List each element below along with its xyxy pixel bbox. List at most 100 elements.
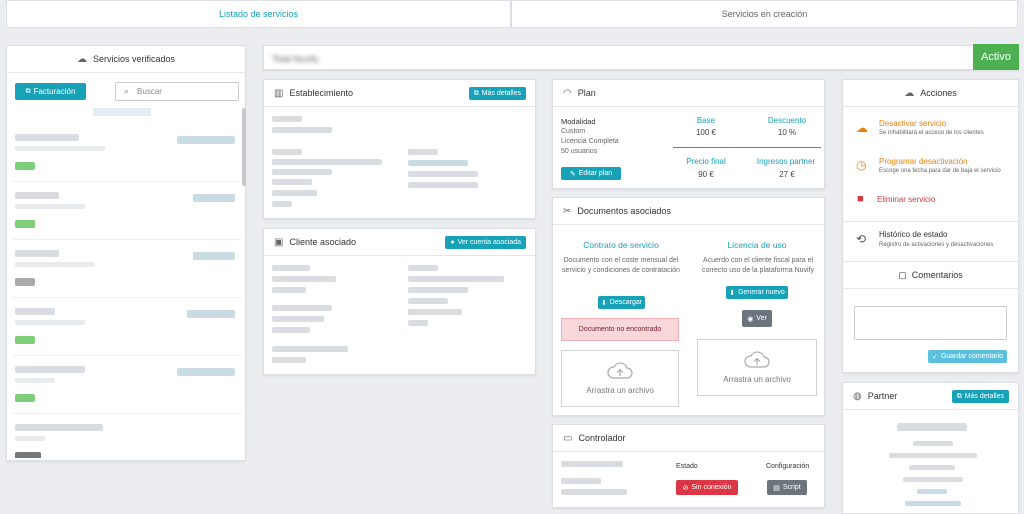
partner-details-label: Más detalles	[964, 393, 1004, 400]
script-button[interactable]: ▤ Script	[767, 480, 807, 495]
globe-icon: ◍	[853, 390, 862, 402]
contract-dropzone[interactable]: Arrastra un archivo	[561, 350, 679, 407]
client-card: ▣ Cliente asociado ● Ver cuenta asociada	[263, 228, 536, 375]
edit-plan-button[interactable]: ✎ Editar plan	[561, 167, 621, 180]
contract-dropzone-label: Arrastra un archivo	[586, 386, 654, 395]
comment-textarea[interactable]	[854, 306, 1007, 340]
discount-label: Descuento	[767, 116, 807, 125]
schedule-desc: Escoge una fecha para dar de baja el ser…	[879, 168, 1001, 174]
modality-line-1: Custom	[561, 128, 586, 135]
license-description: Acuerdo con el cliente fiscal para el co…	[701, 257, 815, 274]
generate-label: Generar nuevo	[738, 289, 785, 296]
cloud-icon: ☁	[76, 53, 87, 65]
save-comment-label: Guardar comentario	[940, 353, 1004, 360]
license-dropzone-label: Arrastra un archivo	[723, 375, 791, 384]
status-badge-label: Activo	[981, 51, 1011, 63]
script-label: Script	[782, 484, 801, 491]
license-dropzone[interactable]: Arrastra un archivo	[697, 339, 817, 396]
billing-button-label: Facturación	[33, 87, 76, 96]
history-icon: ⟲	[856, 232, 867, 246]
discount-value: 10 %	[777, 128, 797, 137]
documents-card: ✂ Documentos asociados Contrato de servi…	[552, 197, 825, 416]
controller-card: ▭ Controlador Estado ⊘ Sin conexión Conf…	[552, 424, 825, 508]
list-header-bar	[93, 108, 151, 116]
list-item[interactable]	[13, 182, 241, 240]
save-comment-button[interactable]: ✓ Guardar comentario	[928, 350, 1007, 363]
cloud-off-icon: ☁	[856, 121, 868, 135]
list-item[interactable]	[13, 240, 241, 298]
verified-services-header: ☁ Servicios verificados	[7, 46, 245, 73]
schedule-deactivation-action[interactable]: ◷ Programar desactivación Escoge una fec…	[843, 146, 1018, 180]
view-license-button[interactable]: ◉ Ver	[742, 310, 772, 327]
clock-icon: ◷	[856, 158, 867, 172]
cloud-upload-icon	[607, 362, 633, 379]
search-input[interactable]: ⌕ Buscar	[115, 82, 239, 101]
connection-status-button[interactable]: ⊘ Sin conexión	[676, 480, 738, 495]
state-history-action[interactable]: ⟲ Histórico de estado Registro de activa…	[843, 221, 1018, 259]
user-icon: ●	[450, 239, 455, 246]
tab-list[interactable]: Listado de servicios	[6, 0, 511, 28]
eye-slash-icon: ⊘	[682, 484, 689, 492]
external-link-icon: ⧉	[25, 87, 31, 95]
tab-creating-label: Servicios en creación	[721, 9, 808, 19]
view-label: Ver	[756, 315, 767, 322]
delete-service-action[interactable]: ■ Eliminar servicio	[843, 186, 1018, 210]
base-value: 100 €	[695, 128, 717, 137]
contract-description: Documento con el coste mensual del servi…	[562, 257, 680, 274]
schedule-label: Programar desactivación	[879, 157, 968, 166]
view-account-button[interactable]: ● Ver cuenta asociada	[445, 236, 526, 249]
partner-details-button[interactable]: ⧉ Más detalles	[951, 390, 1009, 403]
plan-modality: Modalidad Custom Licencia Completa 50 us…	[561, 117, 619, 157]
partner-income-label: Ingresos partner	[756, 157, 816, 166]
final-price-value: 90 €	[698, 170, 714, 179]
base-label: Base	[696, 116, 716, 125]
eye-icon: ◉	[747, 315, 754, 323]
establishment-details-button[interactable]: ⧉ Más detalles	[468, 87, 526, 100]
deactivate-label: Desactivar servicio	[879, 119, 947, 128]
deactivate-service-action[interactable]: ☁ Desactivar servicio Se inhabilitará el…	[843, 109, 1018, 143]
modality-label: Modalidad	[561, 117, 596, 126]
license-title: Licencia de uso	[727, 240, 787, 250]
list-item[interactable]	[13, 124, 241, 182]
list-item[interactable]	[13, 356, 241, 414]
service-header: Total Nuvify	[263, 45, 1019, 70]
router-icon: ▭	[563, 432, 573, 444]
service-list	[13, 108, 241, 458]
partner-card: ◍ Partner ⧉ Más detalles	[842, 382, 1019, 514]
contract-title: Contrato de servicio	[583, 240, 659, 250]
tab-creating[interactable]: Servicios en creación	[511, 0, 1018, 28]
billing-button[interactable]: ⧉ Facturación	[15, 83, 86, 100]
documents-header: ✂ Documentos asociados	[553, 198, 824, 225]
controller-state-label: Estado	[676, 463, 698, 470]
list-scrollbar[interactable]	[242, 108, 246, 186]
controller-header: ▭ Controlador	[553, 425, 824, 452]
establishment-details-label: Más detalles	[481, 90, 521, 97]
comments-title: Comentarios	[911, 270, 963, 280]
document-not-found-alert: Documento no encontrado	[561, 318, 679, 341]
establishment-title: Establecimiento	[289, 88, 353, 98]
modality-line-3: 50 usuarios	[561, 148, 598, 155]
actions-card: ☁ Acciones ☁ Desactivar servicio Se inha…	[842, 79, 1019, 373]
modality-line-2: Licencia Completa	[561, 138, 619, 145]
download-label: Descargar	[609, 299, 643, 306]
client-title: Cliente asociado	[289, 237, 356, 247]
documents-title: Documentos asociados	[577, 206, 671, 216]
history-label: Histórico de estado	[879, 230, 948, 239]
status-badge: Activo	[973, 44, 1019, 70]
check-icon: ✓	[931, 353, 938, 361]
cloud-icon: ☁	[904, 87, 915, 99]
list-item[interactable]	[13, 414, 241, 458]
price-divider	[673, 147, 821, 148]
download-contract-button[interactable]: ⬇ Descargar	[598, 296, 645, 309]
list-item[interactable]	[13, 298, 241, 356]
connection-status-label: Sin conexión	[691, 484, 732, 491]
verified-services-title: Servicios verificados	[92, 54, 176, 64]
search-placeholder: Buscar	[137, 87, 162, 96]
controller-title: Controlador	[578, 433, 626, 443]
generate-license-button[interactable]: ⬇ Generar nuevo	[726, 286, 788, 299]
verified-services-panel: ☁ Servicios verificados ⧉ Facturación ⌕ …	[6, 45, 246, 461]
comments-header: ▢ Comentarios	[843, 261, 1018, 289]
controller-blurred-info	[561, 461, 661, 501]
building-icon: ▥	[274, 87, 284, 99]
download-icon: ⬇	[600, 299, 607, 307]
